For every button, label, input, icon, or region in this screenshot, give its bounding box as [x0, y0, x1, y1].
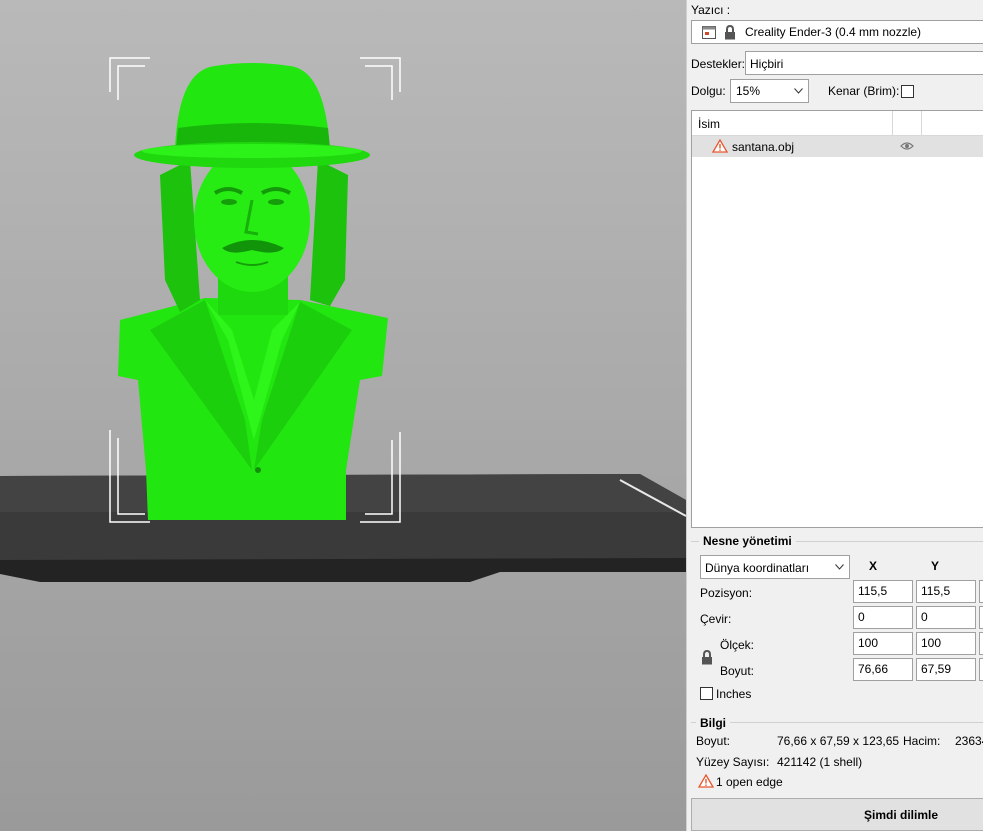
- position-z-input[interactable]: [979, 580, 983, 603]
- chevron-down-icon: [835, 564, 844, 570]
- coordinate-system-select[interactable]: Dünya koordinatları: [700, 555, 850, 579]
- printer-icon: [702, 26, 716, 39]
- printer-select[interactable]: Creality Ender-3 (0.4 mm nozzle): [691, 20, 983, 44]
- warning-icon: [712, 139, 728, 153]
- size-z-input[interactable]: [979, 658, 983, 681]
- eye-icon[interactable]: [900, 141, 914, 151]
- slice-now-label: Şimdi dilimle: [864, 808, 939, 822]
- settings-panel: Yazıcı : Creality Ender-3 (0.4 mm nozzle…: [686, 0, 983, 831]
- printer-label: Yazıcı :: [691, 3, 731, 17]
- table-row[interactable]: santana.obj: [692, 136, 983, 157]
- info-volume-value: 23634: [955, 734, 983, 748]
- position-y-input[interactable]: 115,5: [916, 580, 976, 603]
- scale-z-input[interactable]: [979, 632, 983, 655]
- supports-label: Destekler:: [691, 57, 746, 71]
- lock-icon[interactable]: [701, 650, 713, 665]
- object-manipulation-title: Nesne yönetimi: [699, 534, 796, 548]
- column-header-name[interactable]: İsim: [698, 117, 720, 131]
- supports-select[interactable]: Hiçbiri: [745, 51, 983, 75]
- column-divider: [921, 111, 922, 136]
- model-santana-obj[interactable]: [118, 63, 388, 520]
- inches-label: Inches: [716, 687, 752, 701]
- column-y-label: Y: [931, 559, 940, 573]
- supports-value: Hiçbiri: [750, 57, 784, 71]
- position-x-input[interactable]: 115,5: [853, 580, 913, 603]
- info-facets-label: Yüzey Sayısı:: [696, 755, 770, 769]
- warning-icon: [698, 774, 714, 788]
- info-volume-label: Hacim:: [903, 734, 941, 748]
- column-x-label: X: [869, 559, 878, 573]
- printer-name: Creality Ender-3 (0.4 mm nozzle): [745, 25, 922, 39]
- size-y-input[interactable]: 67,59: [916, 658, 976, 681]
- size-label: Boyut:: [720, 664, 755, 678]
- inches-checkbox[interactable]: [700, 687, 713, 700]
- scale-y-input[interactable]: 100: [916, 632, 976, 655]
- chevron-down-icon: [794, 88, 803, 94]
- info-size-label: Boyut:: [696, 734, 731, 748]
- object-name: santana.obj: [732, 140, 795, 154]
- info-facets-value: 421142 (1 shell): [777, 755, 863, 769]
- rotate-label: Çevir:: [700, 612, 732, 626]
- slice-now-button[interactable]: Şimdi dilimle: [691, 798, 983, 831]
- info-warning-text: 1 open edge: [716, 775, 783, 789]
- lock-icon: [725, 25, 735, 40]
- info-size-value: 76,66 x 67,59 x 123,65: [777, 734, 900, 748]
- brim-checkbox[interactable]: [901, 85, 914, 98]
- infill-value: 15%: [736, 84, 761, 98]
- position-label: Pozisyon:: [700, 586, 753, 600]
- scale-label: Ölçek:: [720, 638, 755, 652]
- infill-label: Dolgu:: [691, 84, 726, 98]
- info-title: Bilgi: [696, 716, 730, 730]
- object-list[interactable]: İsim santana.obj: [691, 110, 983, 528]
- rotate-z-input[interactable]: [979, 606, 983, 629]
- column-divider: [892, 111, 893, 136]
- rotate-y-input[interactable]: 0: [916, 606, 976, 629]
- scale-x-input[interactable]: 100: [853, 632, 913, 655]
- 3d-viewport[interactable]: [0, 0, 686, 831]
- object-list-header: İsim: [692, 111, 983, 136]
- coordinate-system-value: Dünya koordinatları: [705, 561, 810, 575]
- viewport-scene: [0, 57, 686, 582]
- infill-combo[interactable]: 15%: [730, 79, 809, 103]
- brim-label: Kenar (Brim):: [828, 84, 900, 98]
- rotate-x-input[interactable]: 0: [853, 606, 913, 629]
- size-x-input[interactable]: 76,66: [853, 658, 913, 681]
